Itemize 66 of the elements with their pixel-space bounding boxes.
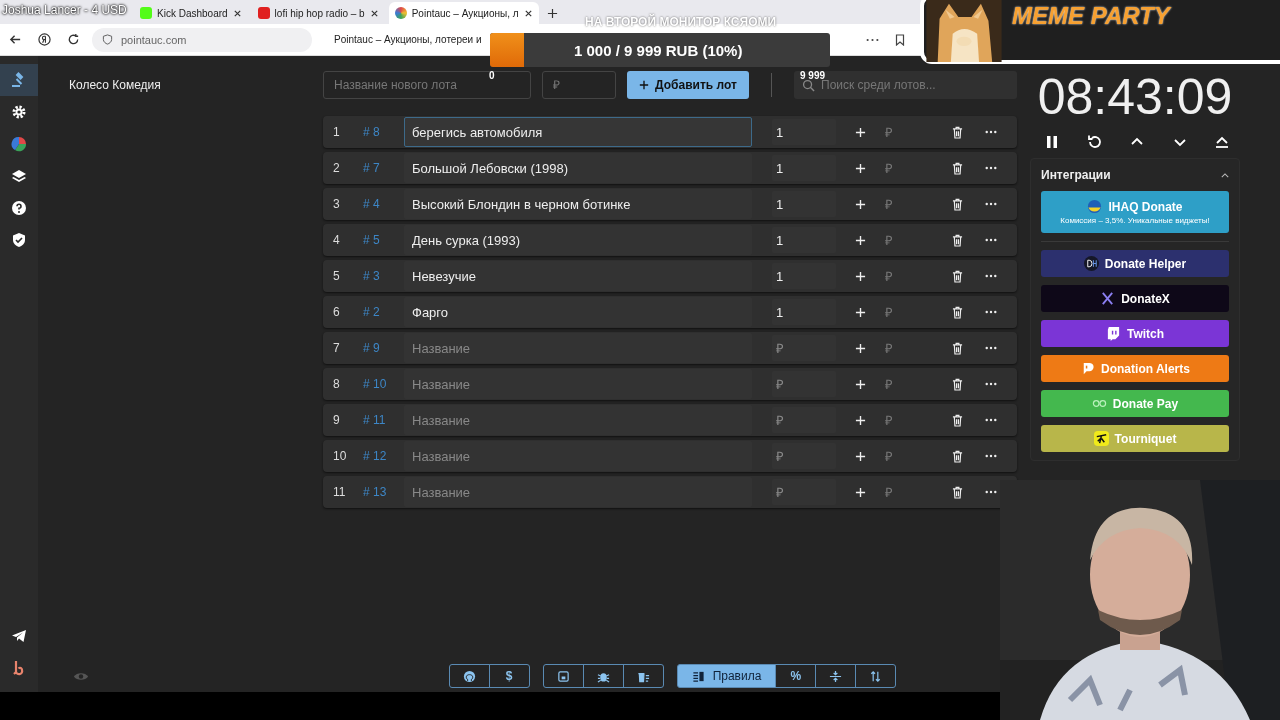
lot-amount-field[interactable]: ₽ bbox=[772, 443, 836, 469]
integration-button[interactable]: DonateX bbox=[1041, 285, 1229, 312]
goal-max: 9 999 bbox=[800, 70, 826, 81]
goal-text: 1 000 / 9 999 RUB (10%) bbox=[574, 41, 743, 59]
wheel-title: Колесо Комедия bbox=[69, 78, 162, 92]
donation-text: Joshua Lancer - 4 USD bbox=[2, 3, 127, 17]
address-field[interactable]: pointauc.com bbox=[92, 27, 312, 52]
browser-tab[interactable]: lofi hip hop radio – b bbox=[251, 2, 385, 24]
row-number: 9 bbox=[332, 413, 341, 427]
row-number: 1 bbox=[332, 125, 341, 139]
new-lot-amount-field[interactable]: ₽ bbox=[542, 71, 616, 99]
lot-id: # 5 bbox=[363, 233, 381, 247]
timer: 08:43:09 bbox=[1036, 70, 1234, 124]
goal-min: 0 bbox=[489, 70, 495, 81]
lot-id: # 3 bbox=[363, 269, 381, 283]
lot-amount-field[interactable]: 1 bbox=[772, 155, 836, 181]
lot-name-field[interactable]: Название bbox=[404, 369, 752, 399]
row-number: 4 bbox=[332, 233, 341, 247]
lot-id: # 4 bbox=[363, 197, 381, 211]
row-number: 2 bbox=[332, 161, 341, 175]
lot-amount-field[interactable]: ₽ bbox=[772, 371, 836, 397]
lot-amount-field[interactable]: ₽ bbox=[772, 479, 836, 505]
row-number: 7 bbox=[332, 341, 341, 355]
lot-name-field[interactable]: Невезучие bbox=[404, 261, 752, 291]
lot-amount-field[interactable]: 1 bbox=[772, 227, 836, 253]
lot-name-field[interactable]: Название bbox=[404, 441, 752, 471]
lot-amount-field[interactable]: ₽ bbox=[772, 335, 836, 361]
lot-amount-field[interactable]: 1 bbox=[772, 191, 836, 217]
row-number: 11 bbox=[332, 485, 347, 499]
lot-id: # 7 bbox=[363, 161, 381, 175]
lot-id: # 10 bbox=[363, 377, 388, 391]
toolbar-button[interactable]: % bbox=[775, 664, 817, 688]
lot-name-field[interactable]: Большой Лебовски (1998) bbox=[404, 153, 752, 183]
integration-button[interactable]: Twitch bbox=[1041, 320, 1229, 347]
lot-name-field[interactable]: Название bbox=[404, 477, 752, 507]
panel-title: Интеграции bbox=[1041, 168, 1111, 182]
lot-id: # 2 bbox=[363, 305, 381, 319]
lot-name-field[interactable]: Высокий Блондин в черном ботинке bbox=[404, 189, 752, 219]
meme-title: MEME PARTY bbox=[1012, 2, 1170, 30]
rules-button[interactable]: Правила bbox=[676, 664, 777, 688]
toolbar-button[interactable]: $ bbox=[488, 664, 530, 688]
integration-button[interactable]: Donate Helper bbox=[1041, 250, 1229, 277]
row-number: 10 bbox=[332, 449, 348, 463]
overlay-caption: НА ВТОРОЙ МОНИТОР КСЯОМИ bbox=[585, 15, 777, 29]
lot-amount-field[interactable]: 1 bbox=[772, 119, 836, 145]
lot-amount-field[interactable]: ₽ bbox=[772, 407, 836, 433]
lot-id: # 8 bbox=[363, 125, 381, 139]
lot-name-field[interactable]: берегись автомобиля bbox=[404, 117, 752, 147]
lot-id: # 11 bbox=[363, 413, 387, 427]
page-title: Pointauc – Аукционы, лотереи и bbox=[334, 34, 482, 45]
row-number: 6 bbox=[332, 305, 341, 319]
lot-name-field[interactable]: Название bbox=[404, 333, 752, 363]
browser-tab[interactable]: Pointauc – Аукционы, л bbox=[388, 2, 539, 24]
lot-name-field[interactable]: Фарго bbox=[404, 297, 752, 327]
lot-amount-field[interactable]: 1 bbox=[772, 299, 836, 325]
lot-id: # 13 bbox=[363, 485, 388, 499]
row-number: 5 bbox=[332, 269, 341, 283]
lot-amount-field[interactable]: 1 bbox=[772, 263, 836, 289]
lot-id: # 12 bbox=[363, 449, 388, 463]
browser-tab[interactable]: Kick Dashboard bbox=[134, 2, 248, 24]
row-number: 3 bbox=[332, 197, 341, 211]
lot-id: # 9 bbox=[363, 341, 381, 355]
lot-name-field[interactable]: День сурка (1993) bbox=[404, 225, 752, 255]
row-number: 8 bbox=[332, 377, 341, 391]
add-lot-button[interactable]: Добавить лот bbox=[627, 71, 749, 99]
lot-name-field[interactable]: Название bbox=[404, 405, 752, 435]
